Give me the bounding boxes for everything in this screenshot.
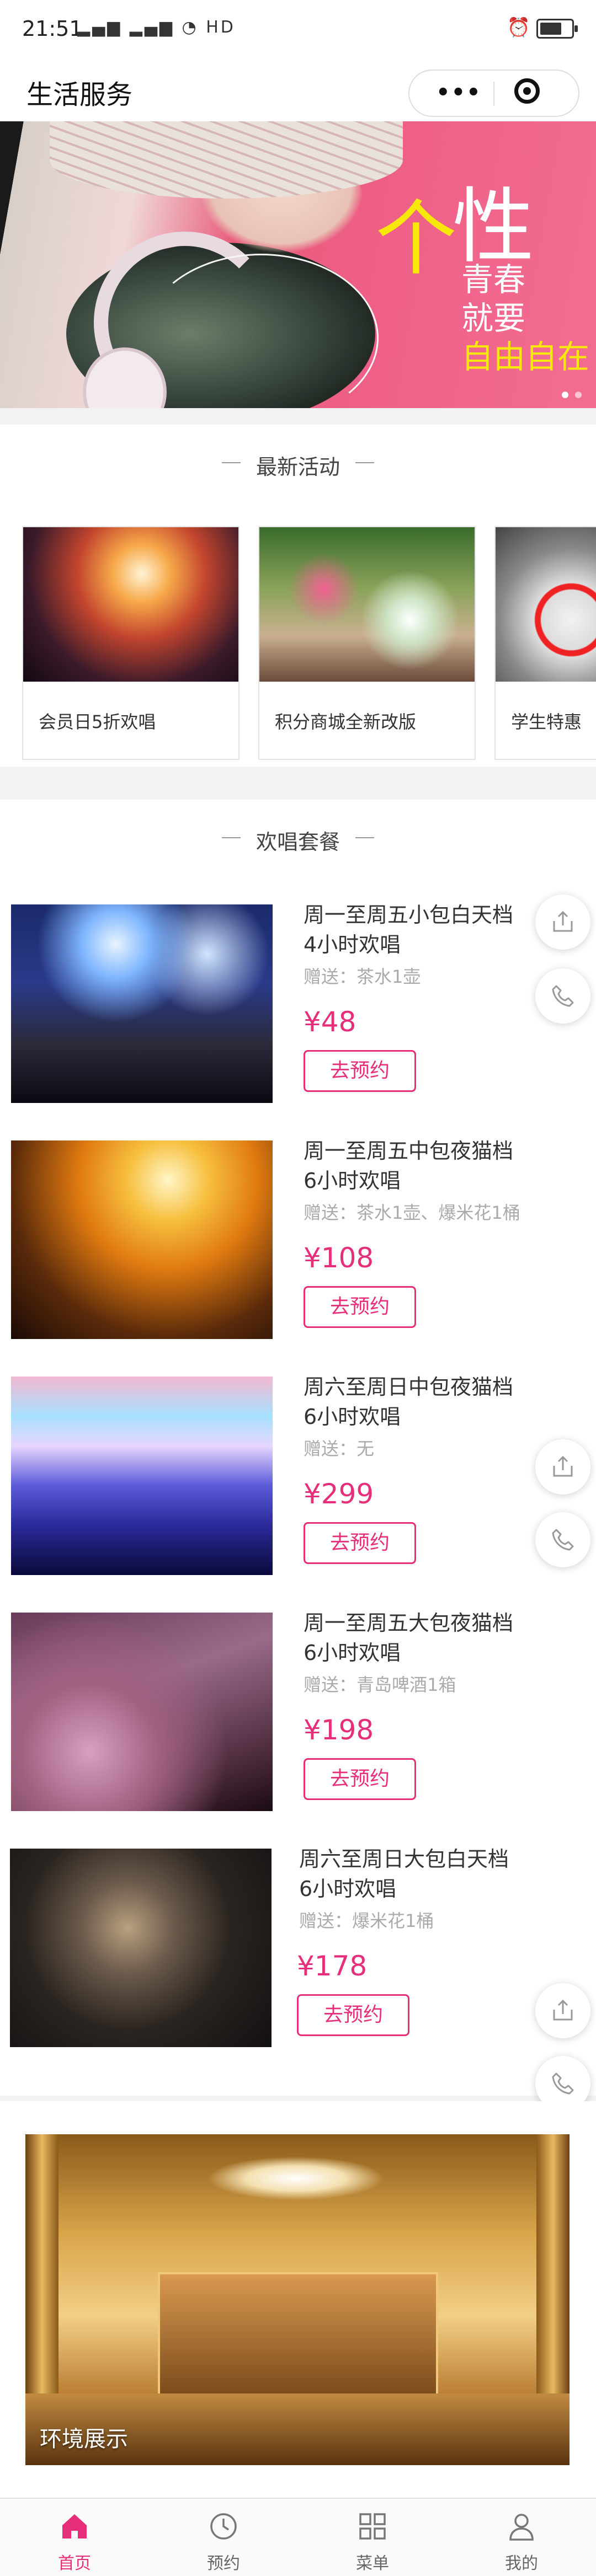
status-bar: 21:51 ▂▄▆ ▂▄▆ ◔ HD ⏰ [0, 0, 596, 61]
banner-carousel[interactable]: 个 性 青春 就要 自由自在 [0, 121, 596, 408]
package-price: ¥299 [304, 1478, 374, 1510]
tab-label: 我的 [505, 2554, 538, 2573]
carousel-indicator-dot[interactable] [562, 392, 568, 398]
share-button[interactable] [535, 895, 590, 950]
activity-card[interactable]: 积分商城全新改版 [258, 526, 476, 760]
battery-icon [536, 18, 578, 39]
status-right: ⏰ [507, 17, 578, 39]
package-price: ¥178 [297, 1950, 368, 1982]
package-title: 周一至周五小包白天档 [304, 903, 514, 927]
tab-label: 首页 [58, 2554, 91, 2573]
package-duration: 6小时欢唱 [304, 1169, 401, 1193]
activity-label: 学生特惠 [511, 711, 582, 732]
banner-text-line3: 自由自在 [461, 338, 590, 376]
phone-icon [552, 2072, 574, 2095]
package-duration: 6小时欢唱 [299, 1877, 397, 1901]
nav-bar: 生活服务 ••• [0, 61, 596, 121]
book-button[interactable]: 去预约 [297, 1994, 409, 2036]
grid-icon [359, 2513, 386, 2540]
package-item[interactable]: 周六至周日大包白天档 6小时欢唱 赠送：爆米花1桶 ¥178 去预约 [0, 1821, 596, 2058]
package-gift: 赠送：茶水1壶、爆米花1桶 [304, 1202, 520, 1223]
share-button[interactable] [535, 1983, 590, 2038]
packages-header: 欢唱套餐 [0, 800, 596, 878]
activity-card[interactable]: 学生特惠 [494, 526, 596, 760]
tab-booking[interactable]: 预约 [149, 2499, 298, 2576]
activity-image [259, 527, 475, 682]
header-line [355, 462, 374, 463]
environment-image[interactable] [25, 2134, 570, 2465]
capsule-divider [493, 82, 494, 106]
user-icon [509, 2514, 534, 2541]
package-duration: 4小时欢唱 [304, 933, 401, 957]
header-line [355, 837, 374, 838]
package-item[interactable]: 周六至周日中包夜猫档 6小时欢唱 赠送：无 ¥299 去预约 [0, 1349, 596, 1586]
share-icon [553, 1999, 573, 2021]
environment-label: 环境展示 [40, 2427, 128, 2452]
package-gift: 赠送：爆米花1桶 [299, 1910, 434, 1931]
package-duration: 6小时欢唱 [304, 1641, 401, 1665]
alarm-icon: ⏰ [507, 17, 531, 39]
more-menu-button[interactable]: ••• [436, 82, 482, 104]
activities-header: 最新活动 [0, 425, 596, 503]
activities-title: 最新活动 [256, 455, 340, 479]
page-title: 生活服务 [26, 79, 133, 110]
package-title: 周一至周五中包夜猫档 [304, 1139, 514, 1163]
book-button[interactable]: 去预约 [304, 1050, 416, 1092]
book-button[interactable]: 去预约 [304, 1758, 416, 1800]
phone-icon [552, 985, 574, 1007]
packages-title: 欢唱套餐 [256, 830, 340, 854]
activity-label: 会员日5折欢唱 [39, 711, 156, 732]
package-image [11, 1140, 273, 1339]
banner-text-big1: 个 [375, 191, 457, 286]
package-item[interactable]: 周一至周五小包白天档 4小时欢唱 赠送：茶水1壶 ¥48 去预约 [0, 877, 596, 1114]
tab-profile[interactable]: 我的 [447, 2499, 596, 2576]
environment-section: 环境展示 [0, 2101, 596, 2498]
phone-button[interactable] [535, 968, 590, 1024]
book-button[interactable]: 去预约 [304, 1286, 416, 1328]
close-target-icon[interactable] [514, 78, 540, 104]
package-item[interactable]: 周一至周五大包夜猫档 6小时欢唱 赠送：青岛啤酒1箱 ¥198 去预约 [0, 1585, 596, 1822]
package-price: ¥48 [304, 1006, 356, 1038]
chandelier [207, 2156, 384, 2200]
package-title: 周六至周日大包白天档 [299, 1847, 509, 1871]
banner-hat-art [50, 121, 403, 199]
package-gift: 赠送：无 [304, 1438, 375, 1459]
carousel-indicator-dot[interactable] [575, 392, 582, 398]
activity-card[interactable]: 会员日5折欢唱 [22, 526, 240, 760]
tab-label: 预约 [207, 2554, 240, 2573]
phone-button[interactable] [535, 1512, 590, 1567]
activity-label: 积分商城全新改版 [275, 711, 417, 732]
tab-label: 菜单 [356, 2554, 389, 2573]
package-item[interactable]: 周一至周五中包夜猫档 6小时欢唱 赠送：茶水1壶、爆米花1桶 ¥108 去预约 [0, 1113, 596, 1350]
home-icon [62, 2514, 87, 2538]
package-title: 周一至周五大包夜猫档 [304, 1611, 514, 1635]
signal-icons: ▂▄▆ ▂▄▆ ◔ HD [77, 18, 236, 37]
package-image [11, 1613, 273, 1811]
share-icon [553, 1455, 573, 1477]
package-duration: 6小时欢唱 [304, 1405, 401, 1429]
package-gift: 赠送：茶水1壶 [304, 966, 421, 987]
stage-arch [158, 2272, 438, 2398]
clock-icon [210, 2513, 237, 2540]
share-button[interactable] [535, 1439, 590, 1495]
status-time: 21:51 [22, 17, 83, 41]
phone-icon [552, 1529, 574, 1551]
package-price: ¥198 [304, 1714, 374, 1746]
share-icon [553, 911, 573, 932]
mini-program-capsule: ••• [408, 69, 579, 117]
activities-scroll[interactable]: 会员日5折欢唱 积分商城全新改版 学生特惠 [0, 502, 596, 767]
activity-image [23, 527, 238, 682]
tab-menu[interactable]: 菜单 [298, 2499, 447, 2576]
package-image [11, 904, 273, 1103]
packages-list: 周一至周五小包白天档 4小时欢唱 赠送：茶水1壶 ¥48 去预约 周一至周五中包… [0, 877, 596, 2096]
package-gift: 赠送：青岛啤酒1箱 [304, 1674, 456, 1695]
package-price: ¥108 [304, 1242, 374, 1274]
package-image [11, 1377, 273, 1575]
book-button[interactable]: 去预约 [304, 1522, 416, 1564]
activity-image [496, 527, 596, 682]
tab-bar: 首页 预约 菜单 我的 [0, 2498, 596, 2576]
package-image [10, 1849, 272, 2047]
tab-home[interactable]: 首页 [0, 2499, 149, 2576]
package-title: 周六至周日中包夜猫档 [304, 1375, 514, 1399]
